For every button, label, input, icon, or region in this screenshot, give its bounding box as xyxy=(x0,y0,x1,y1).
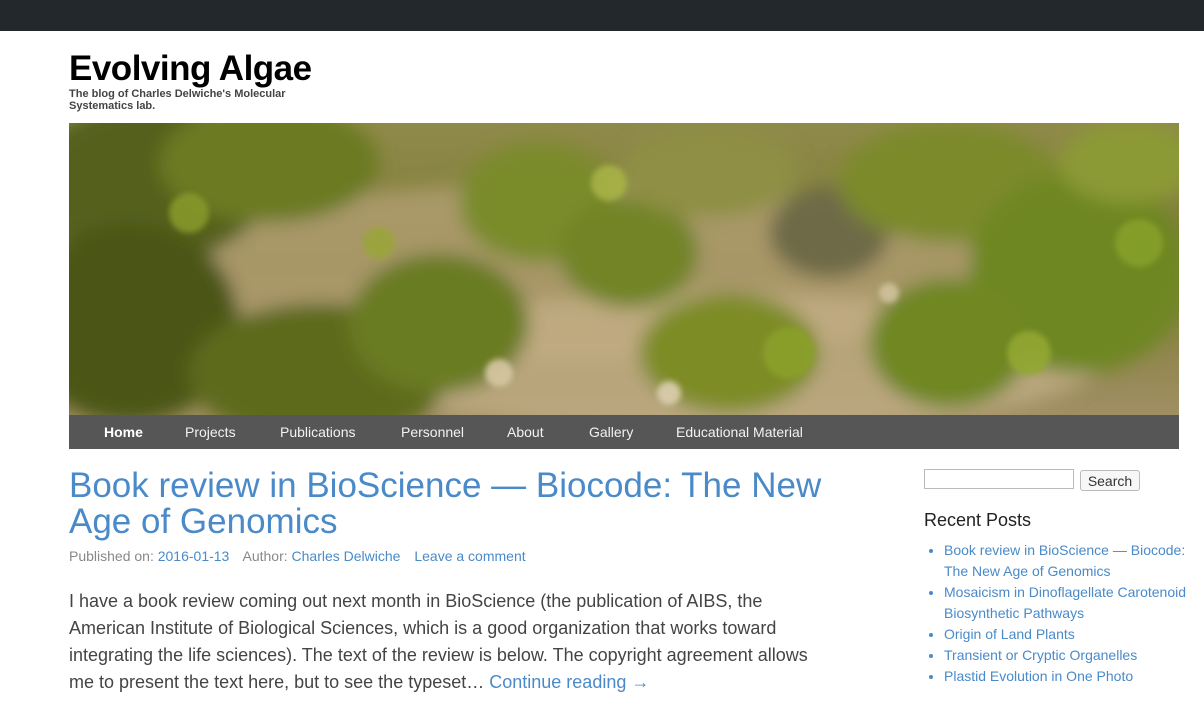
search-button[interactable]: Search xyxy=(1080,470,1140,491)
list-item: Origin of Land Plants xyxy=(944,624,1204,645)
nav-item-home[interactable]: Home xyxy=(104,415,143,449)
admin-top-bar xyxy=(0,0,1204,31)
recent-post-link[interactable]: Plastid Evolution in One Photo xyxy=(944,668,1133,684)
site-tagline: The blog of Charles Delwiche's Molecular… xyxy=(69,88,286,112)
recent-post-link[interactable]: Book review in BioScience — Biocode: The… xyxy=(944,542,1185,579)
list-item: Book review in BioScience — Biocode: The… xyxy=(944,540,1204,582)
continue-reading-link[interactable]: Continue reading → xyxy=(489,672,649,692)
post-excerpt: I have a book review coming out next mon… xyxy=(69,588,809,696)
recent-post-link[interactable]: Mosaicism in Dinoflagellate Carotenoid B… xyxy=(944,584,1186,621)
nav-item-publications[interactable]: Publications xyxy=(280,415,356,449)
recent-posts-list: Book review in BioScience — Biocode: The… xyxy=(924,540,1204,687)
recent-post-link[interactable]: Transient or Cryptic Organelles xyxy=(944,647,1137,663)
leave-comment-link[interactable]: Leave a comment xyxy=(414,548,525,564)
nav-item-about[interactable]: About xyxy=(507,415,544,449)
post-title-link[interactable]: Book review in BioScience — Biocode: The… xyxy=(69,468,829,540)
site-title[interactable]: Evolving Algae xyxy=(69,48,312,90)
post-meta: Published on: 2016-01-13 Author: Charles… xyxy=(69,548,526,564)
nav-item-projects[interactable]: Projects xyxy=(185,415,236,449)
nav-item-personnel[interactable]: Personnel xyxy=(401,415,464,449)
post-author-link[interactable]: Charles Delwiche xyxy=(292,548,401,564)
post-excerpt-text: I have a book review coming out next mon… xyxy=(69,591,808,692)
nav-item-educational-material[interactable]: Educational Material xyxy=(676,415,803,449)
header-image xyxy=(69,123,1179,415)
list-item: Mosaicism in Dinoflagellate Carotenoid B… xyxy=(944,582,1204,624)
post-date-link[interactable]: 2016-01-13 xyxy=(158,548,230,564)
recent-post-link[interactable]: Origin of Land Plants xyxy=(944,626,1075,642)
author-label: Author: xyxy=(242,548,288,564)
list-item: Plastid Evolution in One Photo xyxy=(944,666,1204,687)
nav-item-gallery[interactable]: Gallery xyxy=(589,415,633,449)
search-input[interactable] xyxy=(924,469,1074,489)
list-item: Transient or Cryptic Organelles xyxy=(944,645,1204,666)
published-label: Published on: xyxy=(69,548,154,564)
recent-posts-title: Recent Posts xyxy=(924,510,1032,530)
main-navigation: Home Projects Publications Personnel Abo… xyxy=(69,415,1179,449)
